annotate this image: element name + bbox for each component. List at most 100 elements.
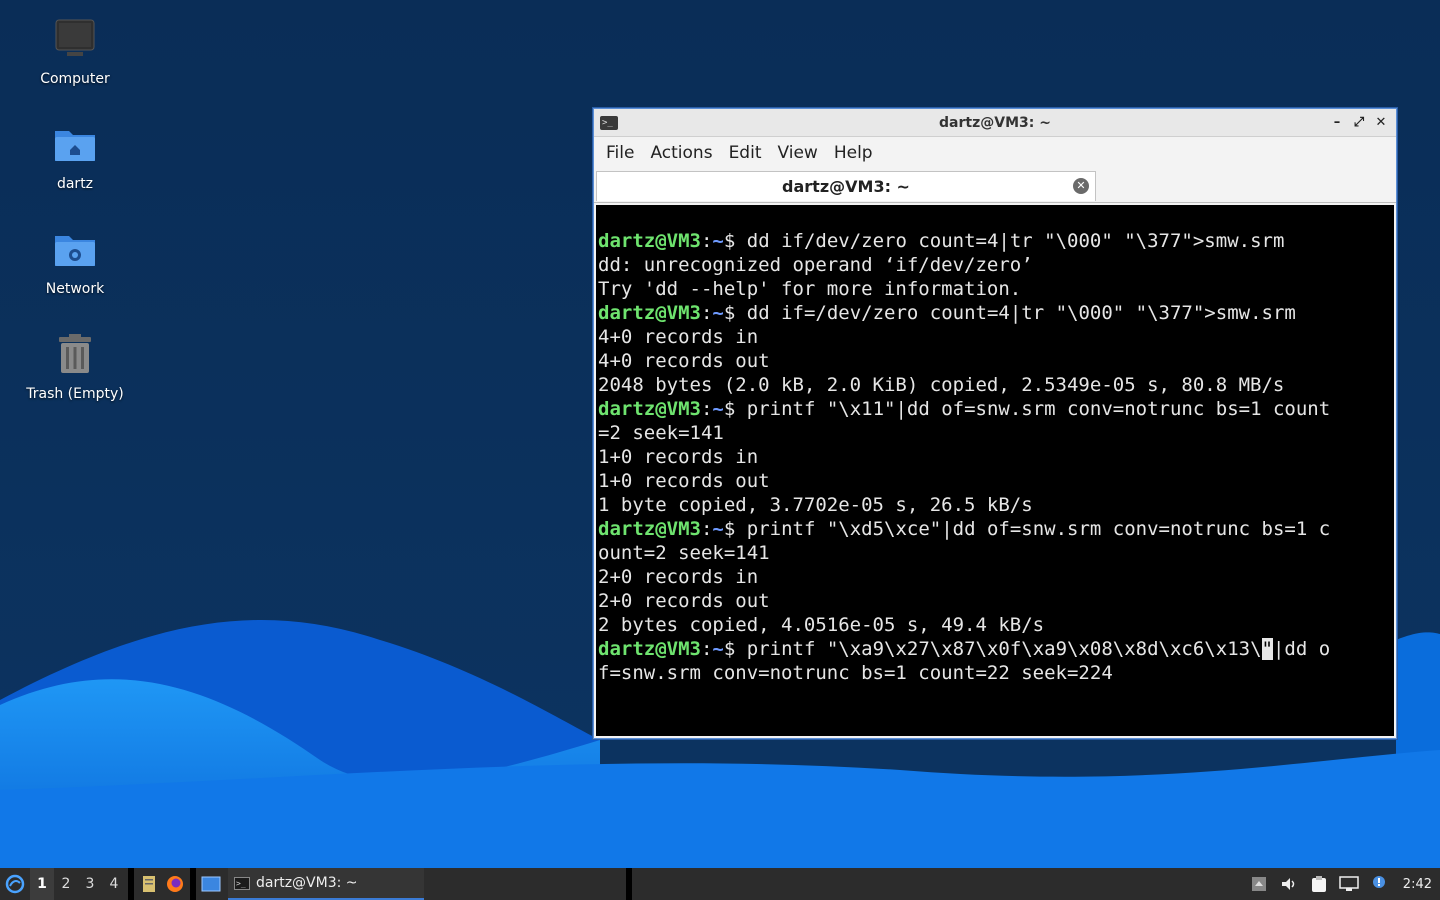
terminal-output-line: dd: unrecognized operand ‘if/dev/zero’ xyxy=(598,254,1033,276)
command-text: printf "\xa9\x27\x87\x0f\xa9\x08\x8d\xc6… xyxy=(735,638,1262,660)
terminal-task-icon: >_ xyxy=(234,876,250,890)
prompt-separator: : xyxy=(700,518,713,540)
terminal-output[interactable]: dartz@VM3:~$ dd if/dev/zero count=4|tr "… xyxy=(596,205,1394,736)
command-text: printf "\xd5\xce"|dd of=snw.srm conv=not… xyxy=(735,518,1331,540)
tray-clipboard[interactable] xyxy=(1309,874,1329,894)
prompt-separator: : xyxy=(700,638,713,660)
maximize-button[interactable]: ⤢ xyxy=(1350,114,1368,132)
desktop-icon-label: Computer xyxy=(40,71,110,87)
prompt-separator: : xyxy=(700,398,713,420)
quicklaunch-firefox[interactable] xyxy=(162,868,188,900)
prompt-separator: : xyxy=(700,302,713,324)
terminal-command-line: dartz@VM3:~$ printf "\x11"|dd of=snw.srm… xyxy=(598,397,1394,421)
terminal-command-line: dartz@VM3:~$ dd if/dev/zero count=4|tr "… xyxy=(598,229,1394,253)
minimize-button[interactable]: – xyxy=(1328,114,1346,132)
prompt-user: dartz@VM3 xyxy=(598,230,701,252)
prompt-user: dartz@VM3 xyxy=(598,638,701,660)
terminal-output-line: 1 byte copied, 3.7702e-05 s, 26.5 kB/s xyxy=(598,494,1033,516)
clipboard-icon xyxy=(1311,876,1326,892)
prompt-path: ~ xyxy=(712,518,724,540)
trash-icon xyxy=(51,331,99,379)
taskbar-separator xyxy=(190,868,196,900)
tray-network[interactable] xyxy=(1339,874,1359,894)
system-tray: 2:42 xyxy=(1249,874,1440,894)
workspace-1[interactable]: 1 xyxy=(30,868,54,900)
firefox-icon xyxy=(167,876,183,892)
prompt-user: dartz@VM3 xyxy=(598,302,701,324)
tray-updates[interactable] xyxy=(1249,874,1269,894)
lubuntu-logo-icon xyxy=(5,874,25,894)
prompt-path: ~ xyxy=(712,302,724,324)
close-button[interactable]: ✕ xyxy=(1372,114,1390,132)
show-desktop-button[interactable] xyxy=(198,868,224,900)
command-text: |dd o xyxy=(1272,638,1331,660)
terminal-output-line: ount=2 seek=141 xyxy=(598,542,770,564)
desktop-icon-home-folder[interactable]: dartz xyxy=(15,121,135,193)
workspace-3[interactable]: 3 xyxy=(78,868,102,900)
command-text: dd if=/dev/zero count=4|tr "\000" "\377"… xyxy=(735,302,1296,324)
menu-help[interactable]: Help xyxy=(826,143,881,163)
terminal-tab[interactable]: dartz@VM3: ~ ✕ xyxy=(596,171,1096,201)
prompt-symbol: $ xyxy=(723,302,736,324)
menu-actions[interactable]: Actions xyxy=(642,143,720,163)
taskbar: 1 2 3 4 >_ dartz@VM3: ~ 2:42 xyxy=(0,868,1440,900)
prompt-path: ~ xyxy=(712,230,724,252)
window-titlebar[interactable]: >_ dartz@VM3: ~ – ⤢ ✕ xyxy=(594,109,1396,137)
desktop-icon-network[interactable]: Network xyxy=(15,226,135,298)
text-cursor: " xyxy=(1261,638,1273,660)
tray-volume[interactable] xyxy=(1279,874,1299,894)
desktop-icon-label: dartz xyxy=(56,176,94,192)
computer-icon xyxy=(51,16,99,64)
tray-notification[interactable] xyxy=(1369,874,1389,894)
prompt-symbol: $ xyxy=(723,398,736,420)
terminal-output-line: Try 'dd --help' for more information. xyxy=(598,278,1022,300)
prompt-user: dartz@VM3 xyxy=(598,398,701,420)
terminal-output-line: 2+0 records out xyxy=(598,590,770,612)
desktop-icon-label: Network xyxy=(45,281,105,297)
prompt-path: ~ xyxy=(712,638,724,660)
terminal-output-line: f=snw.srm conv=notrunc bs=1 count=22 see… xyxy=(598,662,1113,684)
home-folder-icon xyxy=(51,121,99,169)
command-text: printf "\x11"|dd of=snw.srm conv=notrunc… xyxy=(735,398,1331,420)
start-menu-button[interactable] xyxy=(0,868,30,900)
terminal-output-line: 1+0 records out xyxy=(598,470,770,492)
terminal-app-icon: >_ xyxy=(600,115,618,130)
terminal-output-line: 4+0 records in xyxy=(598,326,759,348)
network-icon xyxy=(1339,876,1359,891)
command-text: dd if/dev/zero count=4|tr "\000" "\377">… xyxy=(735,230,1285,252)
desktop-icon-trash[interactable]: Trash (Empty) xyxy=(15,331,135,403)
terminal-output-line: 2+0 records in xyxy=(598,566,759,588)
tab-bar: dartz@VM3: ~ ✕ xyxy=(594,169,1396,203)
workspace-4[interactable]: 4 xyxy=(102,868,126,900)
prompt-symbol: $ xyxy=(723,638,736,660)
taskbar-task-terminal[interactable]: >_ dartz@VM3: ~ xyxy=(228,868,424,900)
desktop-icon-computer[interactable]: Computer xyxy=(15,16,135,88)
taskbar-separator xyxy=(626,868,632,900)
menu-edit[interactable]: Edit xyxy=(721,143,770,163)
terminal-output-line: 1+0 records in xyxy=(598,446,759,468)
terminal-output-line: =2 seek=141 xyxy=(598,422,724,444)
tab-close-icon[interactable]: ✕ xyxy=(1073,178,1089,194)
terminal-output-line: 4+0 records out xyxy=(598,350,770,372)
prompt-separator: : xyxy=(700,230,713,252)
network-folder-icon xyxy=(51,226,99,274)
menu-bar: File Actions Edit View Help xyxy=(594,137,1396,169)
tab-label: dartz@VM3: ~ xyxy=(782,177,910,196)
menu-view[interactable]: View xyxy=(769,143,825,163)
prompt-symbol: $ xyxy=(723,518,736,540)
workspace-2[interactable]: 2 xyxy=(54,868,78,900)
prompt-symbol: $ xyxy=(723,230,736,252)
quicklaunch-files[interactable] xyxy=(136,868,162,900)
window-title: dartz@VM3: ~ xyxy=(939,114,1051,131)
terminal-command-line: dartz@VM3:~$ dd if=/dev/zero count=4|tr … xyxy=(598,301,1394,325)
menu-file[interactable]: File xyxy=(598,143,642,163)
eject-icon xyxy=(1251,877,1266,891)
prompt-user: dartz@VM3 xyxy=(598,518,701,540)
file-manager-icon xyxy=(143,876,155,892)
desktop-icon xyxy=(201,876,221,892)
terminal-output-line: 2 bytes copied, 4.0516e-05 s, 49.4 kB/s xyxy=(598,614,1045,636)
terminal-window[interactable]: >_ dartz@VM3: ~ – ⤢ ✕ File Actions Edit … xyxy=(593,108,1397,739)
terminal-command-line: dartz@VM3:~$ printf "\xa9\x27\x87\x0f\xa… xyxy=(598,637,1394,661)
terminal-command-line: dartz@VM3:~$ printf "\xd5\xce"|dd of=snw… xyxy=(598,517,1394,541)
clock[interactable]: 2:42 xyxy=(1403,877,1432,892)
